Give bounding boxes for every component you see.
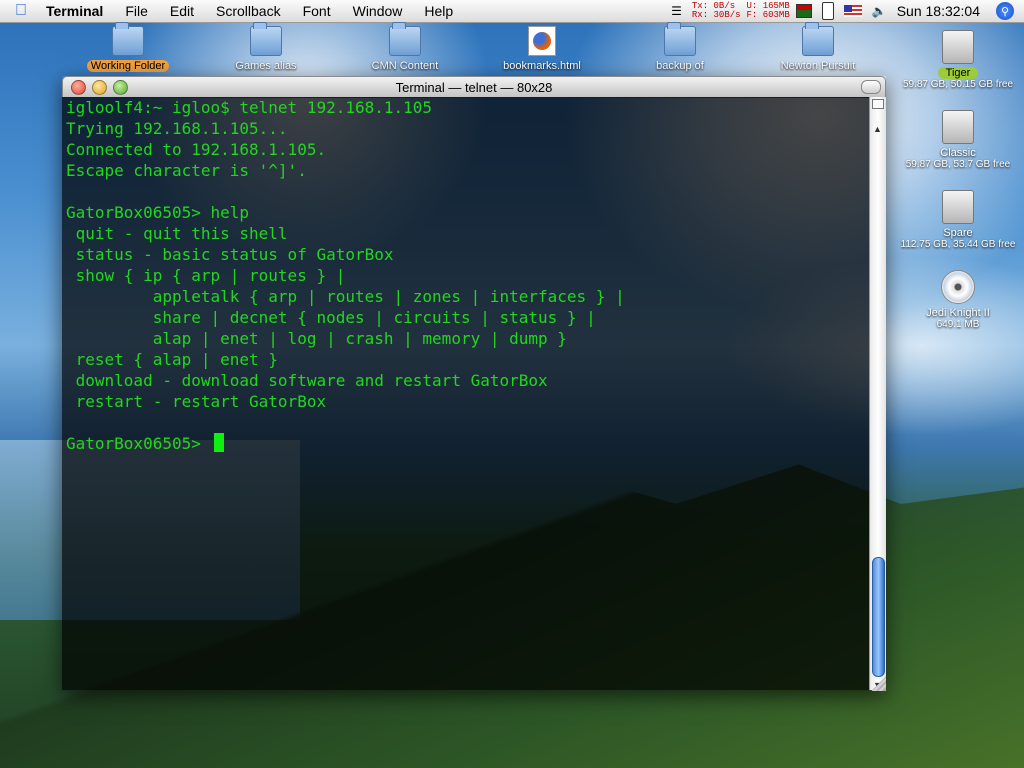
- window-controls: [71, 80, 134, 95]
- menu-clock[interactable]: Sun 18:32:04: [897, 3, 980, 19]
- window-title: Terminal — telnet — 80x28: [395, 79, 553, 95]
- spotlight-icon[interactable]: ⚲: [996, 2, 1014, 20]
- terminal-line: reset { alap | enet }: [66, 350, 278, 369]
- menu-file[interactable]: File: [125, 3, 148, 19]
- terminal-line: alap | enet | log | crash | memory | dum…: [66, 329, 567, 348]
- menu-edit[interactable]: Edit: [170, 3, 194, 19]
- terminal-line: show { ip { arp | routes } |: [66, 266, 346, 285]
- menu-scrollback[interactable]: Scrollback: [216, 3, 281, 19]
- disk-jedi-knight[interactable]: Jedi Knight II 649.1 MB: [896, 270, 1020, 330]
- menu-extra-grip-icon[interactable]: ☰: [671, 4, 682, 18]
- minimize-button[interactable]: [92, 80, 107, 95]
- disk-tiger[interactable]: Tiger 59.87 GB, 50.15 GB free: [896, 30, 1020, 90]
- resize-grip[interactable]: [871, 676, 886, 691]
- terminal-line: restart - restart GatorBox: [66, 392, 327, 411]
- terminal-line: share | decnet { nodes | circuits | stat…: [66, 308, 596, 327]
- app-menu-terminal[interactable]: Terminal: [46, 3, 103, 19]
- hard-disk-icon: [942, 110, 974, 144]
- terminal-prompt-line[interactable]: GatorBox06505>: [62, 433, 870, 454]
- hard-disk-icon: [942, 30, 974, 64]
- terminal-line: Connected to 192.168.1.105.: [66, 140, 327, 159]
- text-cursor: [213, 433, 224, 452]
- terminal-line: status - basic status of GatorBox: [66, 245, 394, 264]
- toolbar-toggle-button[interactable]: [861, 80, 881, 94]
- split-pane-button[interactable]: [872, 99, 884, 109]
- desktop-icon-working-folder[interactable]: Working Folder: [78, 22, 178, 72]
- prompt-text: GatorBox06505>: [66, 434, 211, 453]
- menu-extras: ☰ Tx: 0B/s Rx: 30B/s U: 165MB F: 603MB 🔈…: [671, 0, 1024, 22]
- memory-monitor[interactable]: U: 165MB F: 603MB: [747, 2, 790, 20]
- terminal-line: igloolf4:~ igloo$ telnet 192.168.1.105: [66, 98, 433, 117]
- disk-classic[interactable]: Classic 59.87 GB, 53.7 GB free: [896, 110, 1020, 170]
- hard-disk-icon: [942, 190, 974, 224]
- folder-alias-icon: [250, 22, 282, 56]
- menu-help[interactable]: Help: [424, 3, 453, 19]
- desktop-icon-bookmarks[interactable]: bookmarks.html: [492, 26, 592, 72]
- terminal-window: Terminal — telnet — 80x28 igloolf4:~ igl…: [62, 76, 886, 691]
- terminal-line: download - download software and restart…: [66, 371, 548, 390]
- window-titlebar[interactable]: Terminal — telnet — 80x28: [62, 76, 886, 98]
- close-button[interactable]: [71, 80, 86, 95]
- volume-icon[interactable]: 🔈: [872, 4, 887, 18]
- apple-menu-icon[interactable]: : [6, 2, 36, 20]
- folder-icon: [389, 22, 421, 56]
- memory-bar-icon: [795, 4, 812, 18]
- disk-spare[interactable]: Spare 112.75 GB, 35.44 GB free: [896, 190, 1020, 250]
- firefox-document-icon: [528, 26, 556, 56]
- terminal-line: Trying 192.168.1.105...: [66, 119, 288, 138]
- folder-icon: [664, 22, 696, 56]
- desktop-icon-newton-pursuit[interactable]: Newton Pursuit: [768, 22, 868, 72]
- us-flag-input-icon[interactable]: [843, 5, 862, 17]
- menu-bar:  Terminal File Edit Scrollback Font Win…: [0, 0, 1024, 23]
- menu-font[interactable]: Font: [303, 3, 331, 19]
- vertical-scrollbar[interactable]: ▲ ▼: [869, 97, 886, 690]
- network-monitor[interactable]: Tx: 0B/s Rx: 30B/s: [692, 2, 741, 20]
- scrollbar-thumb[interactable]: [872, 557, 885, 677]
- desktop-icon-games-alias[interactable]: Games alias: [216, 22, 316, 72]
- menu-window[interactable]: Window: [353, 3, 403, 19]
- folder-icon: [802, 22, 834, 56]
- terminal-line: GatorBox06505> help: [66, 203, 250, 222]
- terminal-output[interactable]: igloolf4:~ igloo$ telnet 192.168.1.105 T…: [62, 97, 870, 690]
- battery-icon[interactable]: [821, 2, 834, 20]
- folder-icon: [112, 22, 144, 56]
- desktop-icon-backup[interactable]: backup of: [630, 22, 730, 72]
- desktop-icon-cmn-content[interactable]: CMN Content: [355, 22, 455, 72]
- zoom-button[interactable]: [113, 80, 128, 95]
- terminal-line: Escape character is '^]'.: [66, 161, 307, 180]
- cd-icon: [941, 270, 975, 304]
- terminal-line: appletalk { arp | routes | zones | inter…: [66, 287, 625, 306]
- scroll-up-arrow-icon[interactable]: ▲: [873, 125, 882, 134]
- terminal-line: quit - quit this shell: [66, 224, 288, 243]
